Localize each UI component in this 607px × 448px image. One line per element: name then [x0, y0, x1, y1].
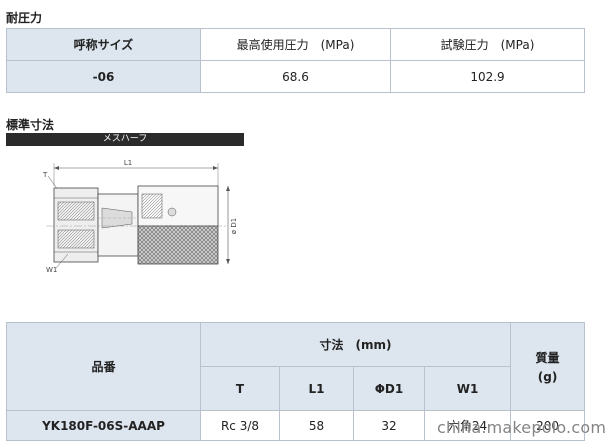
cell-l1: 58 [279, 410, 354, 441]
label-d1: ø D1 [230, 218, 238, 234]
header-nominal-size: 呼称サイズ [6, 28, 201, 61]
header-max-pressure: 最高使用圧力 (MPa) [200, 28, 391, 61]
label-l1: L1 [124, 159, 132, 167]
pressure-table: 呼称サイズ 最高使用圧力 (MPa) 試験圧力 (MPa) -06 68.6 1… [6, 28, 585, 93]
cell-max-pressure: 68.6 [200, 60, 391, 93]
header-l1: L1 [279, 366, 354, 411]
header-d1: ΦD1 [353, 366, 425, 411]
cell-part-number: YK180F-06S-AAAP [6, 410, 201, 441]
cell-nominal-size: -06 [6, 60, 201, 93]
pressure-section-title: 耐圧力 [6, 11, 43, 25]
dimensions-section-title: 標準寸法 [6, 118, 55, 132]
header-mass-unit: (g) [537, 370, 558, 384]
label-w1: W1 [46, 266, 57, 274]
header-test-pressure: 試験圧力 (MPa) [390, 28, 585, 61]
header-t: T [200, 366, 280, 411]
header-w1: W1 [423, 366, 512, 411]
coupler-technical-drawing: L1 T ø D1 W1 [42, 159, 238, 274]
header-mass: 質量 (g) [510, 322, 586, 411]
header-part-number: 品番 [6, 322, 201, 411]
cell-d1: 32 [353, 410, 425, 441]
drawing-caption-bar: メスハーフ [6, 133, 244, 146]
label-t: T [42, 171, 48, 179]
watermark: china.makepolo.com [437, 418, 607, 437]
cell-test-pressure: 102.9 [390, 60, 585, 93]
header-mass-label: 質量 [535, 351, 560, 365]
header-dimensions: 寸法 (mm) [199, 322, 512, 367]
cell-t: Rc 3/8 [200, 410, 280, 441]
